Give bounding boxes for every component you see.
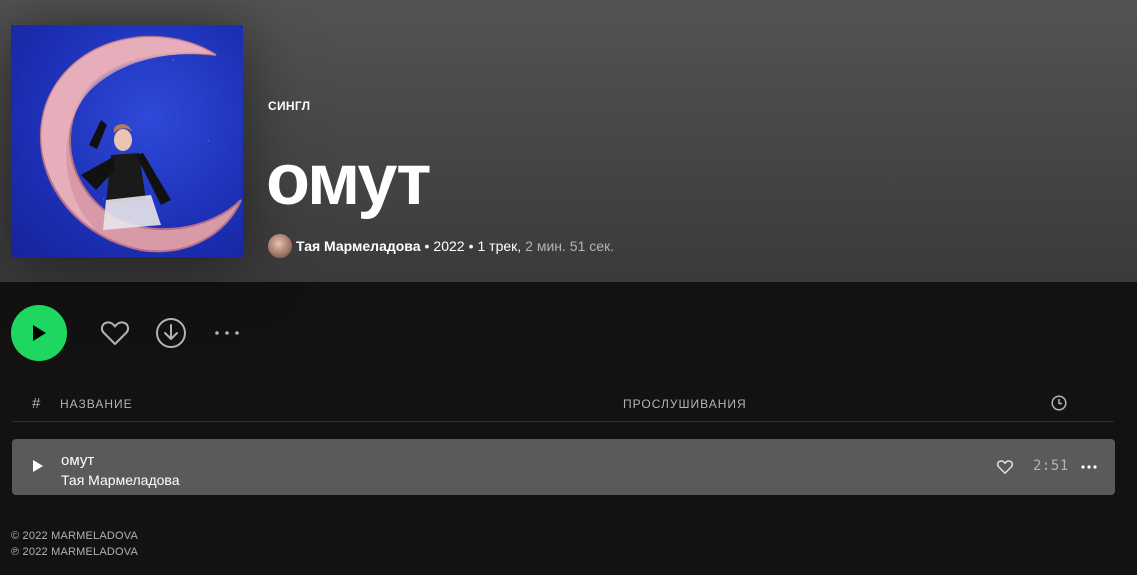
artist-avatar [268,234,292,258]
heart-icon [100,321,130,345]
phonogram-line: ℗ 2022 MARMELADOVA [11,546,139,558]
track-artist[interactable]: Тая Мармеладова [61,472,180,488]
track-count: 1 трек, [477,238,522,254]
row-heart-icon[interactable] [996,458,1014,481]
track-duration: 2:51 [1033,458,1069,474]
album-duration: 2 мин. 51 сек. [525,238,615,254]
play-button[interactable] [11,305,67,361]
column-plays: ПРОСЛУШИВАНИЯ [623,397,747,411]
album-meta: Тая Мармеладова • 2022 • 1 трек, 2 мин. … [268,234,614,258]
artist-link[interactable]: Тая Мармеладова [296,238,421,254]
download-button[interactable] [153,315,189,351]
play-icon [33,325,46,341]
album-cover [11,25,243,257]
download-icon [156,318,186,348]
track-table-header: # НАЗВАНИЕ ПРОСЛУШИВАНИЯ [12,392,1114,422]
meta-separator: • [468,238,474,254]
release-year: 2022 [433,238,465,254]
more-options-button[interactable] [209,320,245,346]
table-row[interactable]: омут Тая Мармеладова 2:51 [12,439,1115,495]
track-title[interactable]: омут [61,452,94,469]
row-play-icon[interactable] [32,459,44,478]
album-title: омут [266,140,432,220]
column-title: НАЗВАНИЕ [60,397,133,411]
column-number: # [32,395,42,412]
clock-icon [1051,395,1067,414]
more-icon [215,331,239,335]
like-button[interactable] [97,315,133,351]
album-type-label: СИНГЛ [268,99,311,113]
meta-separator: • [424,238,430,254]
copyright-line: © 2022 MARMELADOVA [11,530,139,542]
row-more-icon[interactable] [1080,458,1098,481]
